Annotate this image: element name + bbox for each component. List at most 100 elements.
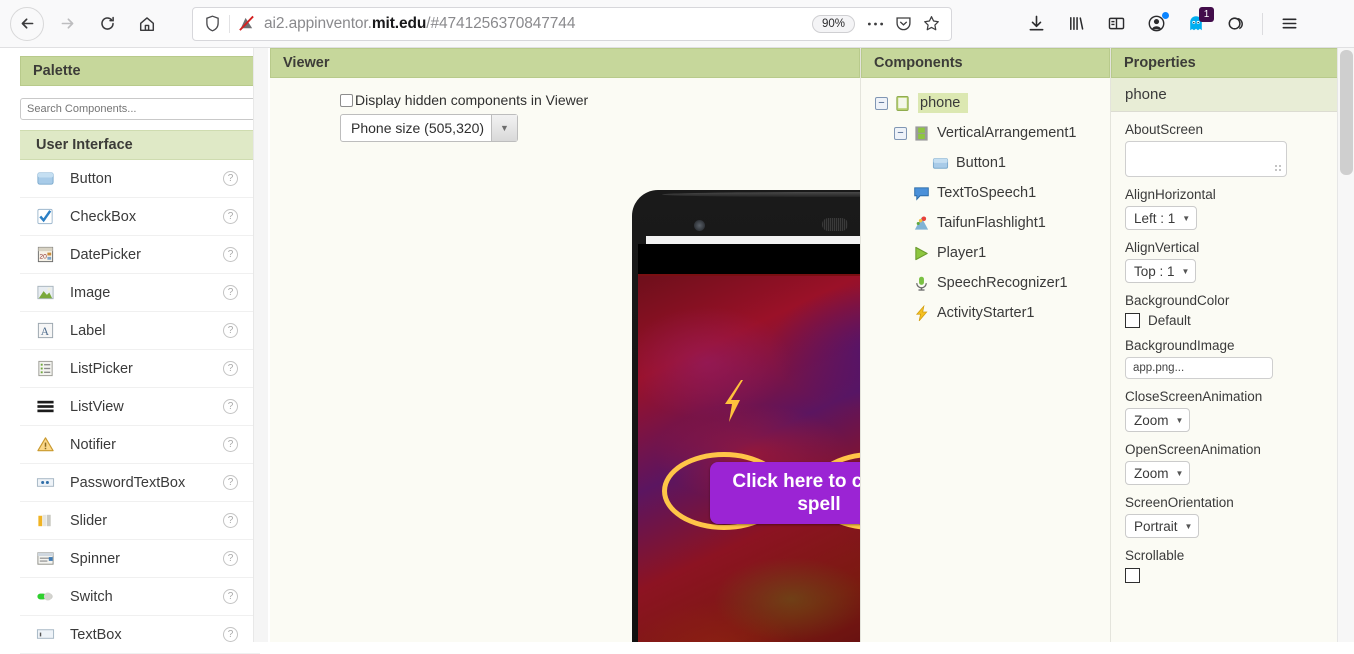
- components-panel: Components − phone − VerticalArrangement…: [860, 48, 1110, 642]
- help-icon[interactable]: ?: [223, 513, 238, 528]
- player-icon: [913, 245, 932, 262]
- phone-size-select[interactable]: Phone size (505,320) ▼: [340, 114, 518, 142]
- property-label-backgroundcolor: BackgroundColor: [1125, 293, 1230, 308]
- help-icon[interactable]: ?: [223, 209, 238, 224]
- tree-item-phone[interactable]: − phone: [875, 88, 1110, 118]
- hamburger-menu-icon[interactable]: [1269, 7, 1309, 41]
- palette-item-label: ListPicker: [70, 360, 133, 377]
- openscreenanimation-select[interactable]: Zoom ▼: [1125, 461, 1191, 485]
- container-tabs-icon[interactable]: [1216, 7, 1256, 41]
- component-tree: − phone − VerticalArrangement1 Button1 T…: [861, 78, 1110, 328]
- palette-item-notifier[interactable]: Notifier ?: [20, 426, 260, 464]
- page-scrollbar[interactable]: [1337, 48, 1354, 642]
- downloads-icon[interactable]: [1016, 7, 1056, 41]
- palette-item-label: Label: [70, 322, 106, 339]
- earpiece-speaker-icon: [822, 218, 848, 231]
- scrollable-row[interactable]: [1125, 568, 1340, 583]
- tree-item-activitystarter1[interactable]: ActivityStarter1: [875, 298, 1110, 328]
- help-icon[interactable]: ?: [223, 475, 238, 490]
- tree-item-label: TextToSpeech1: [937, 185, 1037, 201]
- closescreenanimation-select[interactable]: Zoom ▼: [1125, 408, 1191, 432]
- pocket-icon[interactable]: [889, 15, 917, 32]
- url-text[interactable]: ai2.appinventor.mit.edu/#474125637084774…: [258, 15, 812, 33]
- palette-item-button[interactable]: Button ?: [20, 160, 260, 198]
- palette-item-switch[interactable]: Switch ?: [20, 578, 260, 616]
- collapse-toggle-icon[interactable]: −: [894, 126, 907, 140]
- chevron-down-icon[interactable]: ▼: [491, 115, 517, 141]
- resize-grip-icon[interactable]: [1275, 165, 1283, 173]
- help-icon[interactable]: ?: [223, 627, 238, 642]
- palette-item-checkbox[interactable]: CheckBox ?: [20, 198, 260, 236]
- palette-section-user-interface[interactable]: User Interface: [20, 130, 260, 160]
- help-icon[interactable]: ?: [223, 285, 238, 300]
- help-icon[interactable]: ?: [223, 589, 238, 604]
- tree-item-label: SpeechRecognizer1: [937, 275, 1068, 291]
- palette-scrollbar[interactable]: [253, 48, 268, 642]
- help-icon[interactable]: ?: [223, 323, 238, 338]
- property-label-backgroundimage: BackgroundImage: [1125, 338, 1235, 353]
- home-button[interactable]: [130, 7, 164, 41]
- sidebar-icon[interactable]: [1096, 7, 1136, 41]
- help-icon[interactable]: ?: [223, 399, 238, 414]
- backgroundcolor-row[interactable]: Default: [1125, 313, 1340, 328]
- tree-item-speechrecognizer1[interactable]: SpeechRecognizer1: [875, 268, 1110, 298]
- url-bar[interactable]: ai2.appinventor.mit.edu/#474125637084774…: [192, 6, 952, 41]
- page-scrollbar-thumb[interactable]: [1340, 50, 1353, 175]
- back-button[interactable]: [10, 6, 44, 41]
- property-label-alignvertical: AlignVertical: [1125, 240, 1200, 255]
- scrollable-checkbox[interactable]: [1125, 568, 1140, 583]
- alignhorizontal-select[interactable]: Left : 1 ▼: [1125, 206, 1198, 230]
- help-icon[interactable]: ?: [223, 551, 238, 566]
- tree-item-taifunflashlight1[interactable]: TaifunFlashlight1: [875, 208, 1110, 238]
- library-icon[interactable]: [1056, 7, 1096, 41]
- noscript-icon[interactable]: [234, 15, 258, 32]
- reload-button[interactable]: [90, 7, 124, 41]
- palette-item-listpicker[interactable]: ListPicker ?: [20, 350, 260, 388]
- chevron-down-icon: ▼: [1175, 415, 1184, 425]
- help-icon[interactable]: ?: [223, 247, 238, 262]
- palette-item-label[interactable]: A Label ?: [20, 312, 260, 350]
- palette-item-spinner[interactable]: Spinner ?: [20, 540, 260, 578]
- palette-item-passwordtextbox[interactable]: PasswordTextBox ?: [20, 464, 260, 502]
- search-input[interactable]: [20, 98, 260, 120]
- tree-item-label: TaifunFlashlight1: [937, 215, 1046, 231]
- palette-item-datepicker[interactable]: 20 DatePicker ?: [20, 236, 260, 274]
- palette-item-listview[interactable]: ListView ?: [20, 388, 260, 426]
- tree-item-player1[interactable]: Player1: [875, 238, 1110, 268]
- forward-button[interactable]: [50, 7, 84, 41]
- backgroundcolor-swatch[interactable]: [1125, 313, 1140, 328]
- shield-icon[interactable]: [199, 15, 225, 32]
- screenorientation-select[interactable]: Portrait ▼: [1125, 514, 1200, 538]
- tree-item-texttospeech1[interactable]: TextToSpeech1: [875, 178, 1110, 208]
- palette-panel: Palette User Interface Button ? CheckBox…: [0, 48, 270, 654]
- display-hidden-components-row[interactable]: Display hidden components in Viewer: [270, 92, 860, 108]
- backgroundimage-input[interactable]: app.png...: [1125, 357, 1273, 379]
- switch-component-icon: [36, 587, 64, 606]
- help-icon[interactable]: ?: [223, 171, 238, 186]
- collapse-toggle-icon[interactable]: −: [875, 96, 888, 110]
- zoom-level-badge[interactable]: 90%: [811, 14, 855, 33]
- property-label-aboutscreen: AboutScreen: [1125, 122, 1204, 137]
- ghostery-extension-icon[interactable]: 1: [1176, 6, 1216, 41]
- palette-item-textbox[interactable]: TextBox ?: [20, 616, 260, 654]
- phone-size-value: Phone size (505,320): [351, 120, 485, 136]
- alignvertical-select[interactable]: Top : 1 ▼: [1125, 259, 1197, 283]
- ellipsis-icon[interactable]: [861, 21, 889, 27]
- phone-mockup: 9:48 Click here to cast a spell: [628, 190, 860, 642]
- palette-item-slider[interactable]: Slider ?: [20, 502, 260, 540]
- help-icon[interactable]: ?: [223, 437, 238, 452]
- svg-text:20: 20: [39, 253, 47, 260]
- display-hidden-components-checkbox[interactable]: [340, 93, 353, 107]
- palette-item-label: Switch: [70, 588, 113, 605]
- tree-item-label: Button1: [956, 155, 1006, 171]
- account-icon[interactable]: [1136, 7, 1176, 41]
- alignvertical-value: Top : 1: [1134, 263, 1175, 279]
- slider-component-icon: [36, 511, 64, 530]
- star-icon[interactable]: [917, 15, 945, 32]
- palette-item-image[interactable]: Image ?: [20, 274, 260, 312]
- aboutscreen-textarea[interactable]: [1125, 141, 1287, 177]
- tree-item-button1[interactable]: Button1: [875, 148, 1110, 178]
- cast-spell-button[interactable]: Click here to cast a spell: [710, 462, 860, 524]
- tree-item-verticalarrangement1[interactable]: − VerticalArrangement1: [875, 118, 1110, 148]
- help-icon[interactable]: ?: [223, 361, 238, 376]
